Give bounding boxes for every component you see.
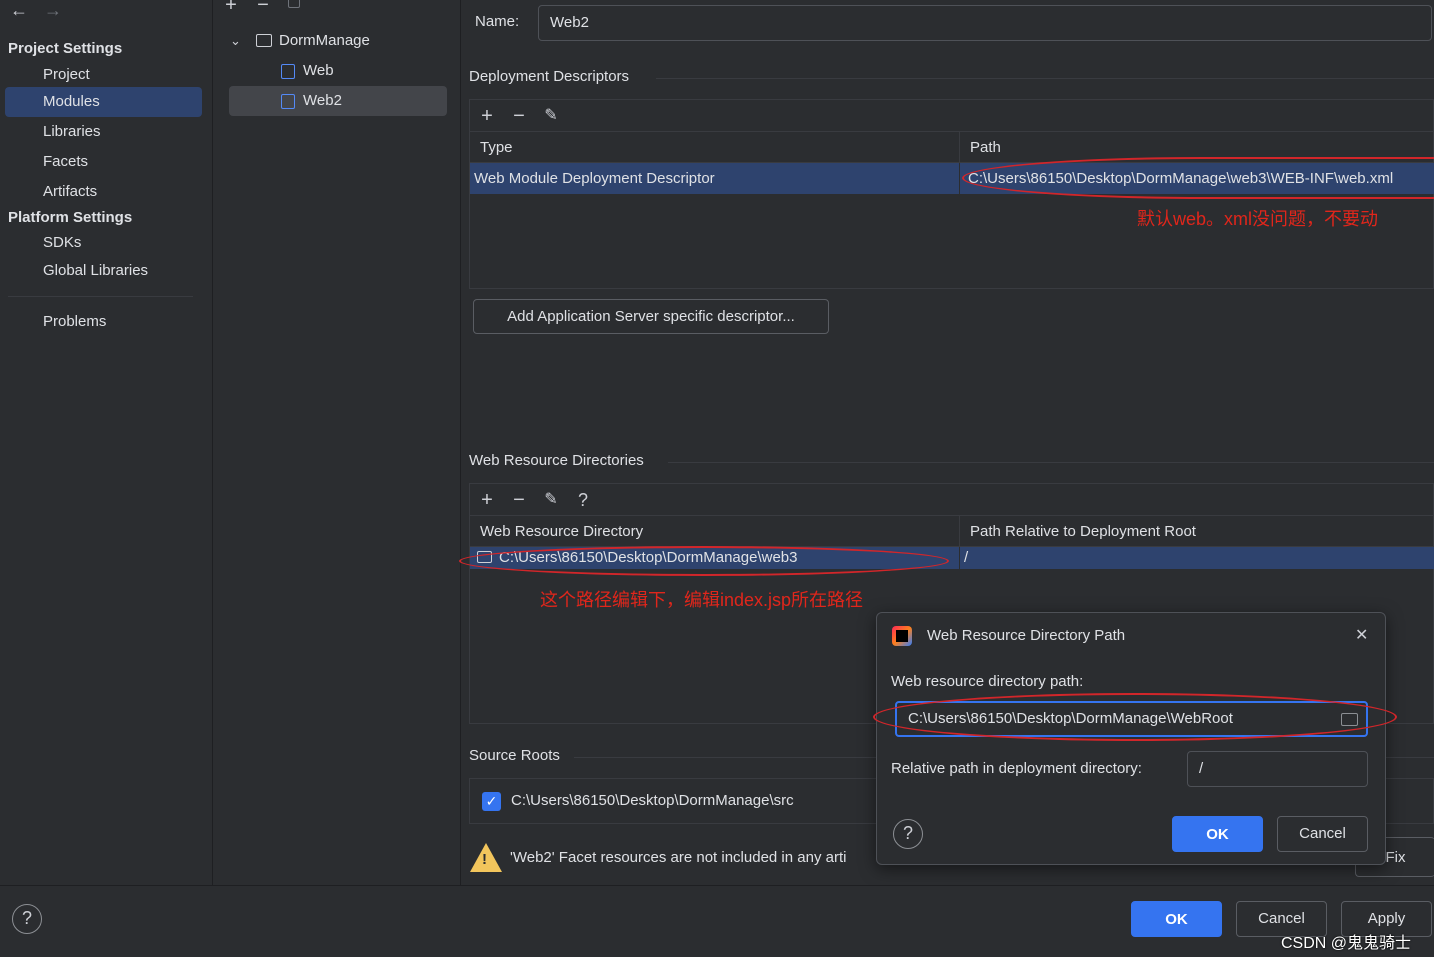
web-facet-icon: [281, 64, 295, 79]
dialog-title: Web Resource Directory Path: [927, 627, 1126, 644]
annotation-ellipse: [873, 693, 1397, 741]
deployment-descriptors-title: Deployment Descriptors: [469, 68, 630, 85]
relative-path-input[interactable]: /: [1187, 751, 1368, 787]
tree-item-label: Web2: [303, 92, 342, 109]
nav-item-global-libraries[interactable]: Global Libraries: [5, 256, 202, 286]
column-header[interactable]: Path Relative to Deployment Root: [970, 516, 1196, 547]
remove-icon[interactable]: −: [252, 0, 274, 16]
source-roots-title: Source Roots: [469, 747, 560, 764]
remove-icon[interactable]: −: [508, 489, 530, 511]
forward-arrow-icon[interactable]: →: [44, 0, 62, 21]
copy-icon[interactable]: [288, 0, 300, 8]
nav-divider: [8, 296, 193, 297]
annotation-ellipse: [962, 157, 1434, 199]
group-divider: [656, 78, 1434, 79]
chevron-down-icon[interactable]: ⌄: [230, 26, 241, 56]
nav-item-problems[interactable]: Problems: [5, 307, 202, 337]
dialog-cancel-button[interactable]: Cancel: [1277, 816, 1368, 852]
add-icon[interactable]: +: [476, 105, 498, 127]
name-input[interactable]: Web2: [538, 5, 1432, 41]
settings-nav: ← → Project Settings Project Modules Lib…: [0, 0, 213, 885]
relative-path-label: Relative path in deployment directory:: [891, 760, 1142, 777]
column-header[interactable]: Web Resource Directory: [480, 516, 643, 547]
platform-settings-heading: Platform Settings: [8, 209, 133, 226]
dialog-ok-button[interactable]: OK: [1172, 816, 1263, 852]
help-icon[interactable]: ?: [893, 819, 923, 849]
nav-item-facets[interactable]: Facets: [5, 147, 202, 177]
nav-item-artifacts[interactable]: Artifacts: [5, 177, 202, 207]
ok-button[interactable]: OK: [1131, 901, 1222, 937]
name-label: Name:: [475, 13, 520, 30]
help-icon[interactable]: ?: [572, 489, 594, 511]
tree-item-label: DormManage: [279, 32, 370, 49]
web-resource-path-dialog: Web Resource Directory Path ✕ Web resour…: [873, 612, 1397, 865]
column-header[interactable]: Path: [970, 132, 1001, 163]
remove-icon[interactable]: −: [508, 105, 530, 127]
annotation-text: 这个路径编辑下，编辑index.jsp所在路径: [540, 590, 864, 610]
tree-item-web2[interactable]: Web2: [229, 86, 447, 116]
source-root-path: C:\Users\86150\Desktop\DormManage\src: [511, 792, 794, 809]
tree-item-web[interactable]: Web: [229, 56, 447, 86]
intellij-logo-icon: [892, 626, 912, 646]
project-settings-heading: Project Settings: [8, 40, 123, 57]
warning-mark: !: [482, 851, 487, 868]
table-toolbar: + − ✎: [470, 100, 1433, 132]
table-toolbar: + − ✎ ?: [470, 484, 1433, 516]
warning-text: 'Web2' Facet resources are not included …: [510, 849, 847, 866]
tree-item-label: Web: [303, 62, 334, 79]
checkbox-checked-icon[interactable]: ✓: [482, 792, 501, 811]
nav-item-libraries[interactable]: Libraries: [5, 117, 202, 147]
back-arrow-icon[interactable]: ←: [10, 0, 28, 21]
column-header[interactable]: Type: [480, 132, 513, 163]
nav-item-sdks[interactable]: SDKs: [5, 228, 202, 258]
edit-pencil-icon[interactable]: ✎: [540, 489, 562, 511]
watermark: CSDN @鬼鬼骑士: [1281, 935, 1412, 952]
add-server-descriptor-button[interactable]: Add Application Server specific descript…: [473, 299, 829, 334]
add-icon[interactable]: +: [220, 0, 242, 16]
add-icon[interactable]: +: [476, 489, 498, 511]
group-divider: [668, 462, 1434, 463]
web-resource-directories-title: Web Resource Directories: [469, 452, 644, 469]
annotation-ellipse: [459, 546, 949, 576]
descriptor-type-cell: Web Module Deployment Descriptor: [474, 170, 715, 187]
edit-pencil-icon[interactable]: ✎: [540, 105, 562, 127]
table-header: Web Resource Directory Path Relative to …: [470, 516, 1433, 547]
module-folder-icon: [256, 34, 272, 47]
relative-path-cell: /: [964, 549, 969, 566]
close-icon[interactable]: ✕: [1355, 625, 1368, 645]
tree-item-dormmanage[interactable]: ⌄ DormManage: [230, 26, 450, 56]
module-tree: + − ⌄ DormManage Web Web2: [214, 0, 461, 885]
path-label: Web resource directory path:: [891, 673, 1084, 690]
nav-item-modules[interactable]: Modules: [5, 87, 202, 117]
annotation-text: 默认web。xml没问题，不要动: [1137, 209, 1379, 229]
help-icon[interactable]: ?: [12, 904, 42, 934]
web-facet-icon: [281, 94, 295, 109]
dialog-footer: ? OK Cancel Apply CSDN @鬼鬼骑士: [0, 885, 1434, 957]
nav-item-project[interactable]: Project: [5, 60, 202, 90]
